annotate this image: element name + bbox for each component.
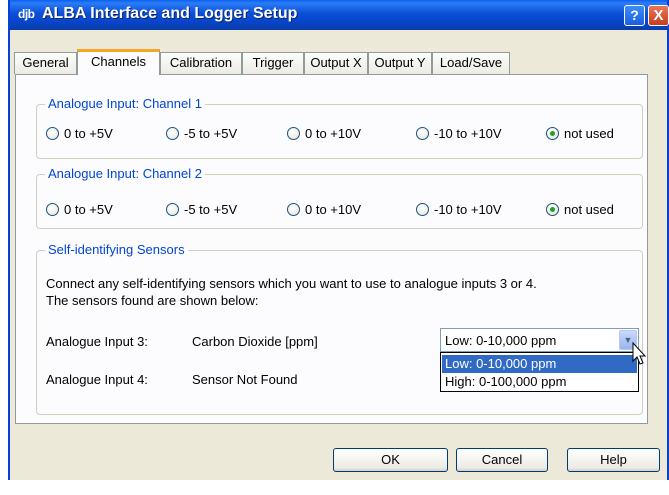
radio-icon — [416, 202, 429, 216]
range-option-high[interactable]: High: 0-100,000 ppm — [442, 373, 637, 391]
input3-sensor-name: Carbon Dioxide [ppm] — [192, 334, 318, 349]
radio-label: 0 to +5V — [64, 201, 113, 217]
sensors-description-line1: Connect any self-identifying sensors whi… — [46, 276, 537, 291]
bottom-strip — [0, 480, 669, 495]
radio-label: -5 to +5V — [184, 125, 238, 141]
ch1-radio-neg10-10v[interactable]: -10 to +10V — [416, 125, 502, 141]
ch2-radio-0-5v[interactable]: 0 to +5V — [46, 201, 113, 217]
sensors-title: Self-identifying Sensors — [45, 242, 188, 257]
window-title: ALBA Interface and Logger Setup — [42, 5, 298, 22]
input3-label: Analogue Input 3: — [46, 334, 148, 349]
range-select[interactable]: Low: 0-10,000 ppm ▼ — [440, 328, 639, 352]
tab-output-y[interactable]: Output Y — [368, 52, 432, 74]
tab-trigger[interactable]: Trigger — [242, 52, 304, 74]
ch2-radio-neg10-10v[interactable]: -10 to +10V — [416, 201, 502, 217]
radio-icon — [46, 202, 59, 216]
ch1-radio-not-used[interactable]: not used — [546, 125, 614, 141]
radio-checked-icon — [546, 126, 559, 140]
range-dropdown-list: Low: 0-10,000 ppm High: 0-100,000 ppm — [440, 352, 639, 392]
tab-output-x[interactable]: Output X — [304, 52, 368, 74]
range-select-value: Low: 0-10,000 ppm — [445, 333, 557, 348]
mouse-cursor-icon — [632, 342, 647, 365]
ch2-radio-neg5-5v[interactable]: -5 to +5V — [166, 201, 237, 217]
radio-label: 0 to +5V — [64, 125, 113, 141]
tab-channels[interactable]: Channels — [77, 49, 160, 75]
titlebar-help-button[interactable]: ? — [624, 5, 645, 26]
title-bar[interactable]: djb ALBA Interface and Logger Setup ? X — [10, 0, 669, 30]
radio-icon — [287, 202, 300, 216]
ch2-radio-0-10v[interactable]: 0 to +10V — [287, 201, 361, 217]
input4-label: Analogue Input 4: — [46, 372, 148, 387]
radio-label: -10 to +10V — [434, 125, 502, 141]
ch2-radio-not-used[interactable]: not used — [546, 201, 614, 217]
tab-general[interactable]: General — [14, 52, 77, 74]
range-option-low[interactable]: Low: 0-10,000 ppm — [442, 355, 637, 373]
close-button[interactable]: X — [648, 5, 669, 26]
radio-label: -5 to +5V — [184, 201, 238, 217]
radio-label: not used — [564, 201, 614, 217]
app-logo-icon: djb — [18, 7, 35, 21]
input4-sensor-name: Sensor Not Found — [192, 372, 298, 387]
channel1-title: Analogue Input: Channel 1 — [45, 96, 205, 111]
radio-label: not used — [564, 125, 614, 141]
radio-icon — [166, 202, 179, 216]
radio-icon — [416, 126, 429, 140]
ch1-radio-0-5v[interactable]: 0 to +5V — [46, 125, 113, 141]
radio-icon — [166, 126, 179, 140]
radio-label: 0 to +10V — [305, 125, 362, 141]
tab-load-save[interactable]: Load/Save — [432, 52, 510, 74]
tab-calibration[interactable]: Calibration — [160, 52, 242, 74]
radio-icon — [46, 126, 59, 140]
radio-label: 0 to +10V — [305, 201, 362, 217]
ch1-radio-neg5-5v[interactable]: -5 to +5V — [166, 125, 237, 141]
ch1-radio-0-10v[interactable]: 0 to +10V — [287, 125, 361, 141]
channel2-title: Analogue Input: Channel 2 — [45, 166, 205, 181]
help-button[interactable]: Help — [567, 448, 660, 472]
sensors-description-line2: The sensors found are shown below: — [46, 293, 259, 308]
radio-icon — [287, 126, 300, 140]
cancel-button[interactable]: Cancel — [456, 448, 548, 472]
close-icon: X — [653, 7, 664, 24]
radio-checked-icon — [546, 202, 559, 216]
ok-button[interactable]: OK — [333, 448, 448, 472]
radio-label: -10 to +10V — [434, 201, 502, 217]
